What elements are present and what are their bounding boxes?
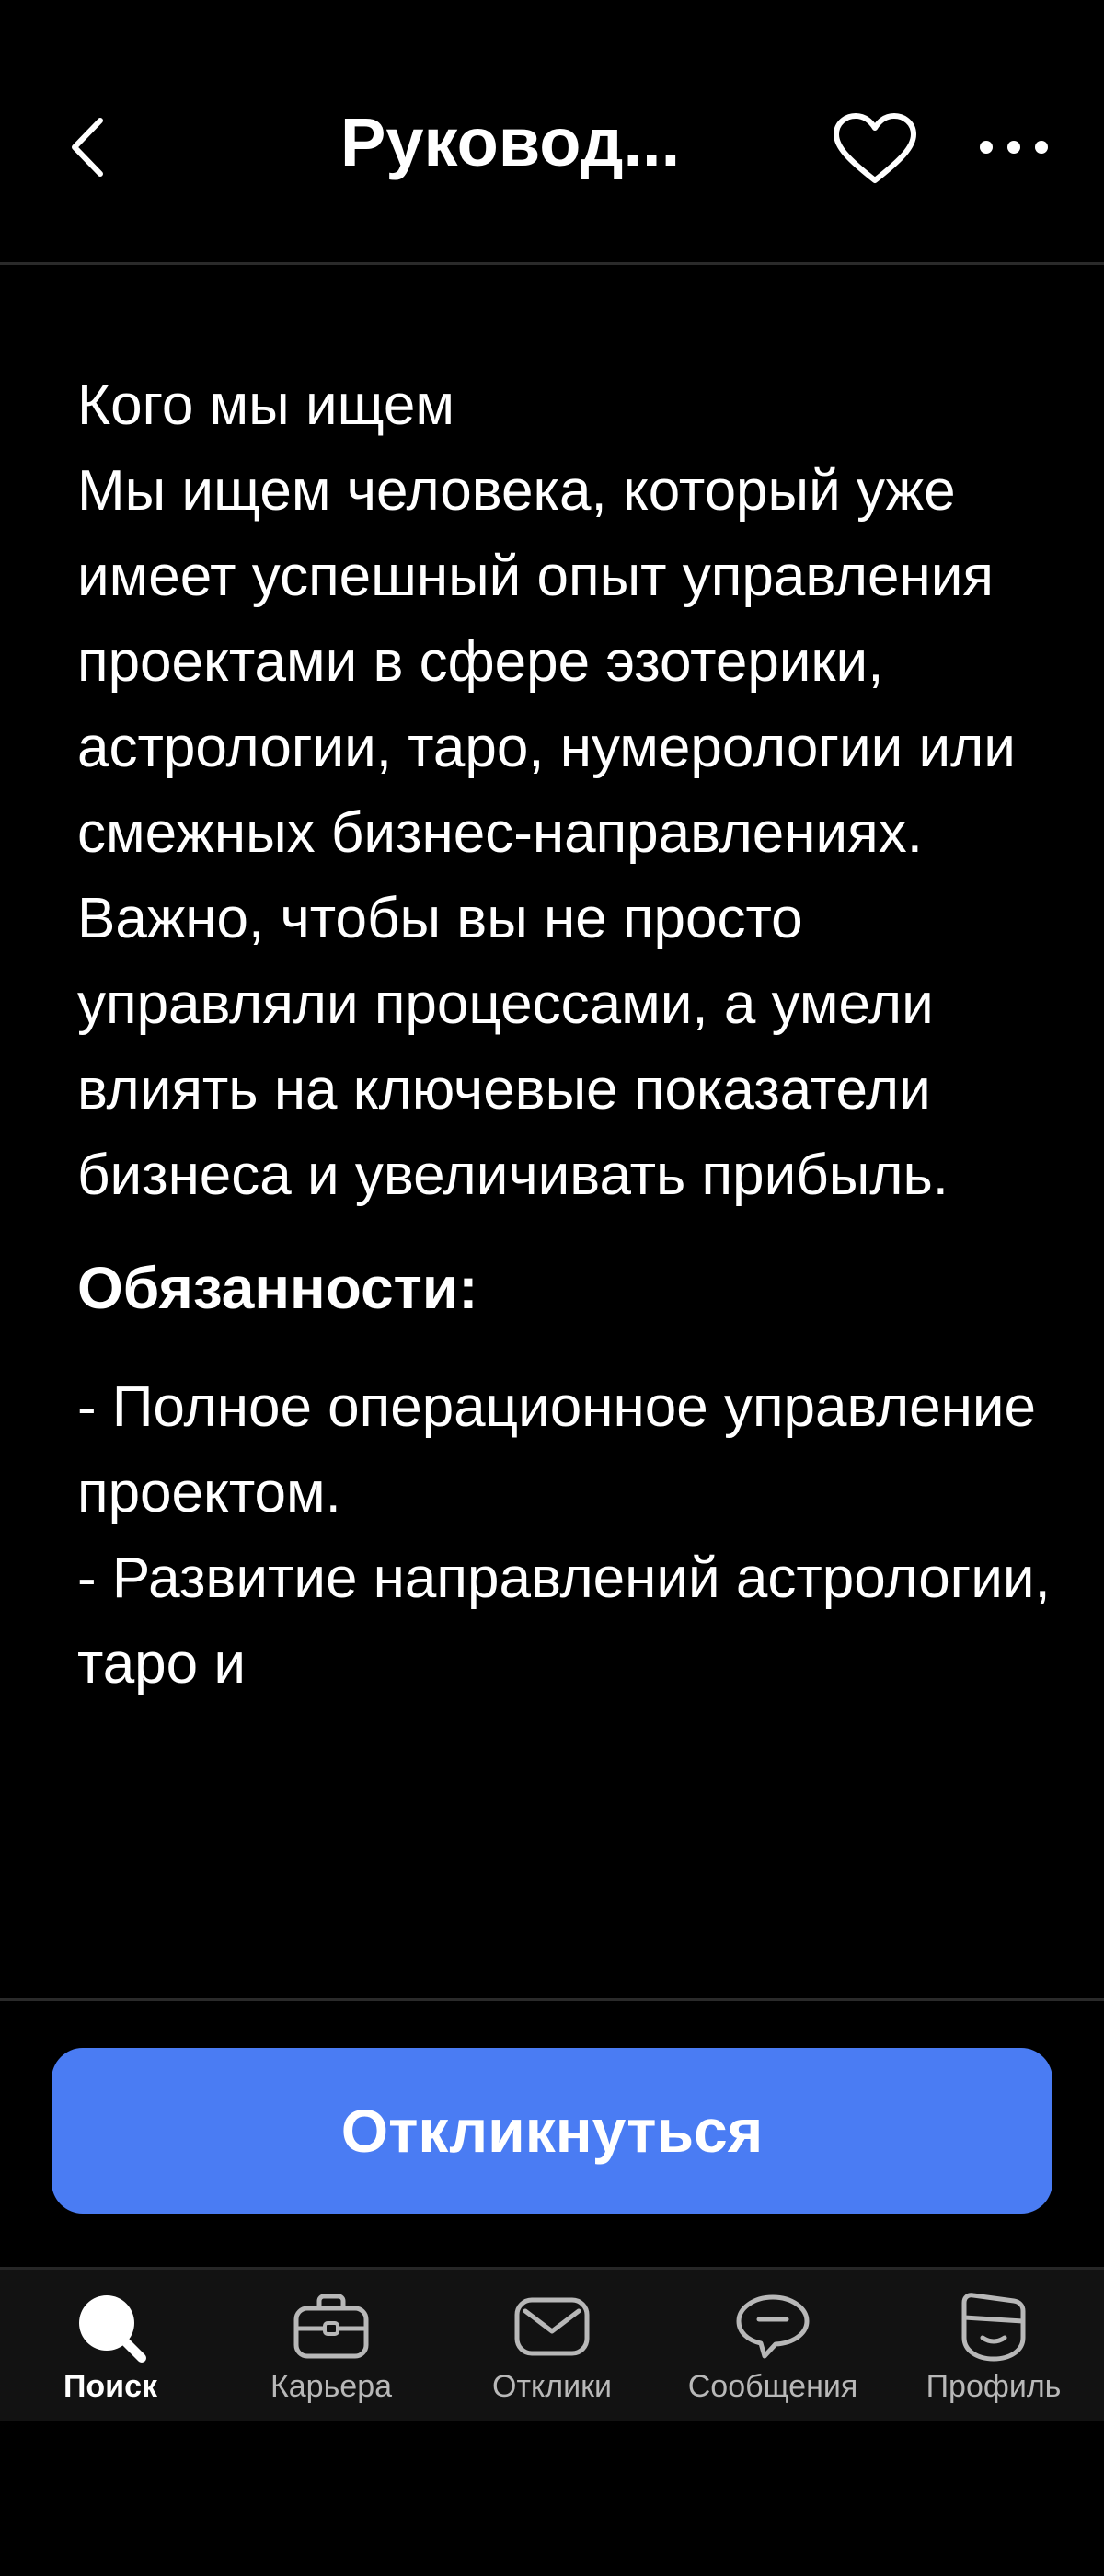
divider: [0, 1998, 1104, 2001]
nav-item-career[interactable]: Карьера: [221, 2270, 442, 2421]
intro-text: Кого мы ищем Мы ищем человека, который у…: [77, 374, 1016, 1207]
more-horizontal-icon: [980, 141, 1048, 154]
chevron-left-icon: [72, 118, 103, 177]
duties-heading: Обязанности:: [77, 1255, 478, 1321]
nav-label: Отклики: [492, 2369, 612, 2404]
description-body: Кого мы ищем Мы ищем человека, который у…: [77, 362, 1052, 1707]
nav-item-messages[interactable]: Сообщения: [662, 2270, 883, 2421]
duties-text: - Полное операционное управление проекто…: [77, 1375, 1051, 1696]
vacancy-description[interactable]: Кого мы ищем Мы ищем человека, который у…: [0, 267, 1104, 1996]
more-options-button[interactable]: [968, 120, 1060, 175]
favorite-button[interactable]: [824, 109, 926, 190]
profile-face-icon: [952, 2290, 1035, 2363]
page-title: Руковод...: [340, 104, 681, 180]
nav-item-search[interactable]: Поиск: [0, 2270, 221, 2421]
chat-bubble-icon: [731, 2290, 814, 2363]
bottom-navigation: Поиск Карьера Отклики Сообщения Профиль: [0, 2267, 1104, 2421]
nav-item-responses[interactable]: Отклики: [442, 2270, 662, 2421]
top-bar: Руковод...: [0, 0, 1104, 265]
nav-item-profile[interactable]: Профиль: [883, 2270, 1104, 2421]
briefcase-icon: [290, 2290, 373, 2363]
nav-label: Карьера: [270, 2369, 393, 2404]
nav-label: Сообщения: [687, 2369, 858, 2404]
nav-label: Профиль: [926, 2369, 1062, 2404]
nav-label: Поиск: [63, 2369, 158, 2404]
back-button[interactable]: [55, 106, 120, 189]
heart-icon: [834, 113, 916, 183]
envelope-icon: [511, 2290, 593, 2363]
search-icon: [69, 2290, 152, 2363]
apply-button[interactable]: Откликнуться: [52, 2048, 1052, 2214]
